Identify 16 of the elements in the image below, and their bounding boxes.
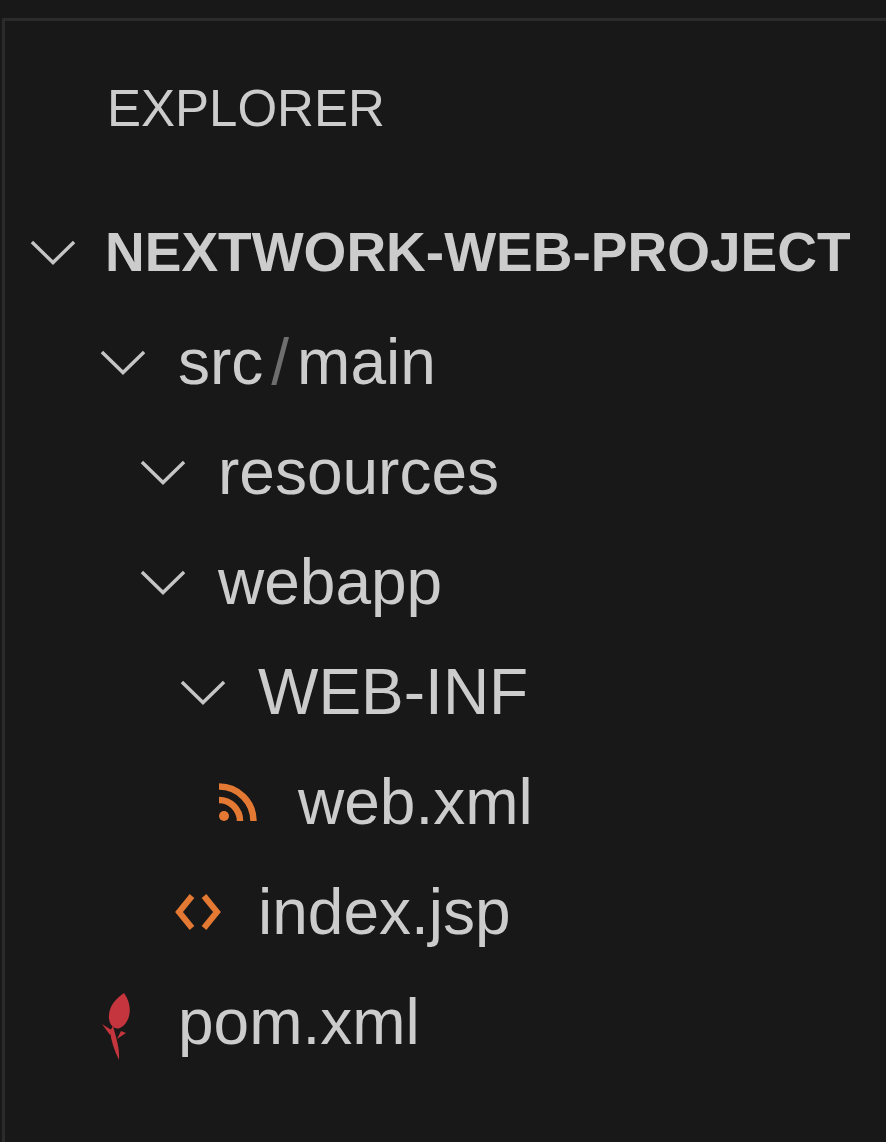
code-brackets-icon [173, 892, 223, 932]
folder-name[interactable]: resources [218, 435, 499, 509]
rss-icon [218, 782, 258, 822]
panel-title: EXPLORER [107, 79, 385, 139]
file-name[interactable]: index.jsp [258, 875, 511, 949]
folder-name[interactable]: src/main [178, 325, 436, 399]
chevron-icon[interactable] [30, 239, 76, 265]
chevron-icon[interactable] [180, 679, 226, 705]
chevron-icon[interactable] [140, 459, 186, 485]
folder-name[interactable]: WEB-INF [258, 655, 529, 729]
chevron-icon[interactable] [100, 349, 146, 375]
file-name[interactable]: web.xml [298, 765, 533, 839]
chevron-icon[interactable] [140, 569, 186, 595]
project-name[interactable]: NEXTWORK-WEB-PROJECT [105, 220, 851, 284]
file-name[interactable]: pom.xml [178, 985, 420, 1059]
folder-name[interactable]: webapp [218, 545, 443, 619]
